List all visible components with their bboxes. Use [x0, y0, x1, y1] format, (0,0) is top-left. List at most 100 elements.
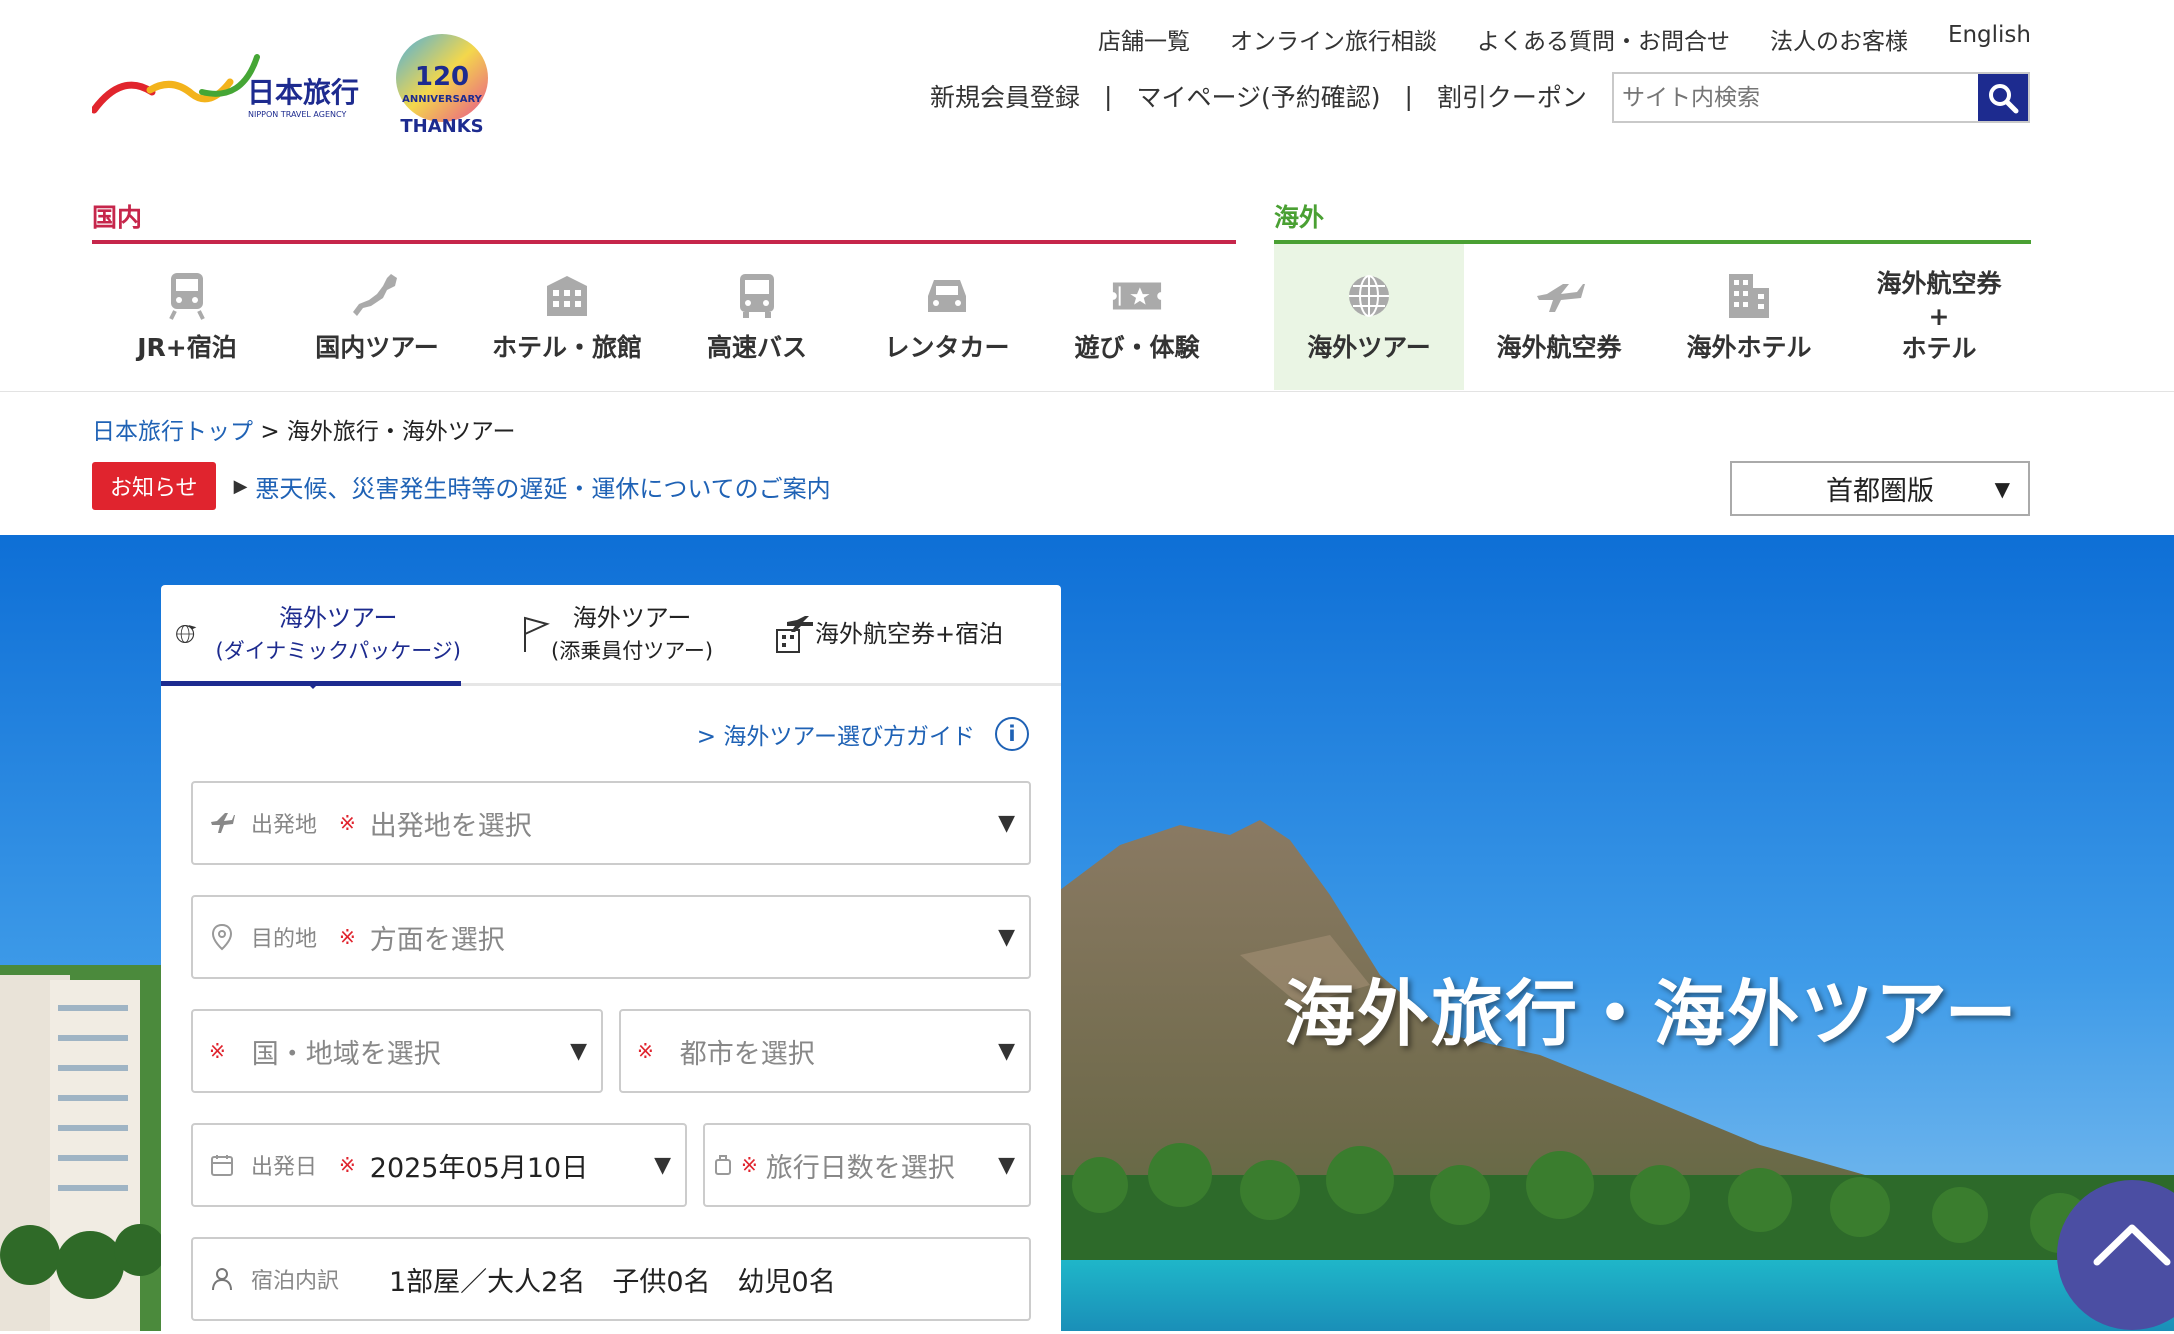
nav-label: 遊び・体験: [1074, 332, 1200, 362]
svg-text:THANKS: THANKS: [400, 116, 483, 137]
member-links: 新規会員登録 | マイページ(予約確認) | 割引クーポン: [930, 78, 1587, 114]
search-button[interactable]: [1978, 74, 2028, 121]
register-link[interactable]: 新規会員登録: [930, 78, 1080, 114]
tab-dynamic-package[interactable]: 海外ツアー (ダイナミックパッケージ): [161, 585, 462, 689]
mypage-link[interactable]: マイページ(予約確認): [1136, 78, 1380, 114]
guide-link-text: > 海外ツアー選び方ガイド: [696, 724, 975, 750]
hotel-icon: [541, 270, 593, 322]
trip-days-select[interactable]: ※ 旅行日数を選択 ▼: [703, 1123, 1031, 1207]
nav-label: 高速バス: [706, 332, 807, 362]
nav-jr-hotel[interactable]: JR+宿泊: [92, 244, 282, 390]
field-label: 出発日: [251, 1155, 318, 1180]
breadcrumb-separator: >: [260, 419, 280, 445]
nav-label: ホテル・旅館: [491, 332, 642, 362]
field-label: 目的地: [251, 927, 318, 952]
airplane-icon: [193, 810, 251, 836]
tab-subtitle: (ダイナミックパッケージ): [215, 639, 462, 663]
coupon-link[interactable]: 割引クーポン: [1437, 78, 1587, 114]
tab-escorted-tour[interactable]: 海外ツアー (添乗員付ツアー): [461, 585, 761, 683]
field-placeholder: 都市を選択: [679, 1038, 815, 1070]
required-mark: ※: [339, 925, 356, 949]
info-icon: i: [995, 717, 1029, 751]
overseas-nav: 海外ツアー 海外航空券 海外ホテル 海外航空券 + ホテル: [1274, 244, 2034, 390]
nav-flight-plus-hotel[interactable]: 海外航空券 + ホテル: [1844, 244, 2034, 390]
field-placeholder: 旅行日数を選択: [765, 1152, 955, 1184]
dropdown-arrow-icon: ▼: [998, 810, 1015, 836]
flag-icon: [524, 616, 550, 652]
notice-link[interactable]: 悪天候、災害発生時等の遅延・運休についてのご案内: [255, 469, 830, 504]
dropdown-arrow-icon: ▼: [1994, 476, 2010, 501]
divider: |: [1104, 81, 1113, 111]
nav-activities[interactable]: 遊び・体験: [1042, 244, 1232, 390]
tab-flight-hotel[interactable]: 海外航空券+宿泊: [761, 585, 1061, 683]
field-placeholder: 出発地を選択: [369, 810, 532, 842]
departure-date-select[interactable]: 出発日 ※ 2025年05月10日 ▼: [191, 1123, 687, 1207]
breadcrumb-current: 海外旅行・海外ツアー: [286, 419, 516, 445]
dropdown-arrow-icon: ▼: [998, 924, 1015, 950]
nippon-travel-logo[interactable]: 日本旅行 NIPPON TRAVEL AGENCY: [92, 52, 370, 130]
domestic-nav: JR+宿泊 国内ツアー ホテル・旅館 高速バス レンタカー 遊び・体験: [92, 244, 1232, 390]
tour-guide-link[interactable]: > 海外ツアー選び方ガイド i: [697, 717, 1029, 751]
anniversary-badge: 120 ANNIVERSARY THANKS: [396, 34, 488, 137]
nav-highway-bus[interactable]: 高速バス: [662, 244, 852, 390]
util-link-stores[interactable]: 店舗一覧: [1098, 22, 1190, 56]
search-input[interactable]: [1614, 74, 1978, 121]
ticket-icon: [1111, 270, 1163, 322]
svg-text:ANNIVERSARY: ANNIVERSARY: [402, 94, 483, 105]
util-link-corporate[interactable]: 法人のお客様: [1770, 22, 1908, 56]
destination-select[interactable]: 目的地 ※ 方面を選択 ▼: [191, 895, 1031, 979]
triangle-right-icon: ▶: [233, 475, 248, 497]
tab-title: 海外航空券+宿泊: [815, 619, 1004, 648]
nav-overseas-hotel[interactable]: 海外ホテル: [1654, 244, 1844, 390]
notice-badge: お知らせ: [92, 462, 216, 510]
country-select[interactable]: ※ 国・地域を選択 ▼: [191, 1009, 603, 1093]
nav-hotel-ryokan[interactable]: ホテル・旅館: [472, 244, 662, 390]
dropdown-arrow-icon: ▼: [654, 1152, 671, 1178]
nav-label: 海外航空券 + ホテル: [1876, 269, 2002, 364]
dropdown-arrow-icon: ▼: [570, 1038, 587, 1064]
nav-label: 海外ツアー: [1307, 332, 1431, 362]
departure-select[interactable]: 出発地 ※ 出発地を選択 ▼: [191, 781, 1031, 865]
bus-icon: [731, 270, 783, 322]
nav-domestic-tour[interactable]: 国内ツアー: [282, 244, 472, 390]
overseas-category-label: 海外: [1274, 203, 1325, 232]
logo-subtext: NIPPON TRAVEL AGENCY: [248, 110, 346, 119]
tab-title: 海外ツアー: [278, 603, 398, 632]
chevron-up-icon: [2093, 1224, 2171, 1266]
field-value: 1部屋／大人2名 子供0名 幼児0名: [389, 1266, 836, 1298]
tour-search-panel: 海外ツアー (ダイナミックパッケージ) 海外ツアー (添乗員付ツアー) 海外航空券+…: [161, 585, 1061, 1331]
nav-overseas-tour[interactable]: 海外ツアー: [1274, 244, 1464, 390]
breadcrumb-home-link[interactable]: 日本旅行トップ: [92, 419, 253, 445]
nav-label: 海外ホテル: [1686, 332, 1812, 362]
globe-icon: [1343, 270, 1395, 322]
util-link-english[interactable]: English: [1948, 22, 2031, 56]
required-mark: ※: [741, 1153, 758, 1177]
nav-rental-car[interactable]: レンタカー: [852, 244, 1042, 390]
field-label: 出発地: [251, 813, 318, 838]
suitcase-icon: [705, 1154, 741, 1176]
search-icon: [1989, 83, 2019, 113]
required-mark: ※: [339, 1153, 356, 1177]
person-icon: [193, 1266, 251, 1292]
util-link-online-consult[interactable]: オンライン旅行相談: [1230, 22, 1437, 56]
building-icon: [1723, 270, 1775, 322]
nav-overseas-flight[interactable]: 海外航空券: [1464, 244, 1654, 390]
city-select[interactable]: ※ 都市を選択 ▼: [619, 1009, 1031, 1093]
plane-hotel-icon: [776, 616, 813, 653]
back-to-top-button[interactable]: [2057, 1180, 2174, 1330]
nav-label: 海外航空券: [1496, 332, 1622, 362]
hero-title: 海外旅行・海外ツアー: [1283, 972, 2019, 1056]
divider: |: [1404, 81, 1413, 111]
train-icon: [161, 270, 213, 322]
region-select[interactable]: 首都圏版 ▼: [1730, 461, 2030, 516]
utility-links: 店舗一覧 オンライン旅行相談 よくある質問・お問合せ 法人のお客様 Englis…: [1098, 22, 2031, 56]
site-header: 日本旅行 NIPPON TRAVEL AGENCY 120 ANNIVERSAR…: [0, 0, 2174, 392]
nav-label: レンタカー: [884, 332, 1010, 362]
room-occupancy-select[interactable]: 宿泊内訳 1部屋／大人2名 子供0名 幼児0名: [191, 1237, 1031, 1321]
nav-label: 国内ツアー: [315, 332, 439, 362]
globe-plane-icon: [176, 625, 197, 643]
required-mark: ※: [209, 1039, 226, 1063]
japan-map-icon: [351, 270, 403, 322]
tab-title: 海外ツアー: [572, 603, 692, 632]
util-link-faq[interactable]: よくある質問・お問合せ: [1477, 22, 1730, 56]
